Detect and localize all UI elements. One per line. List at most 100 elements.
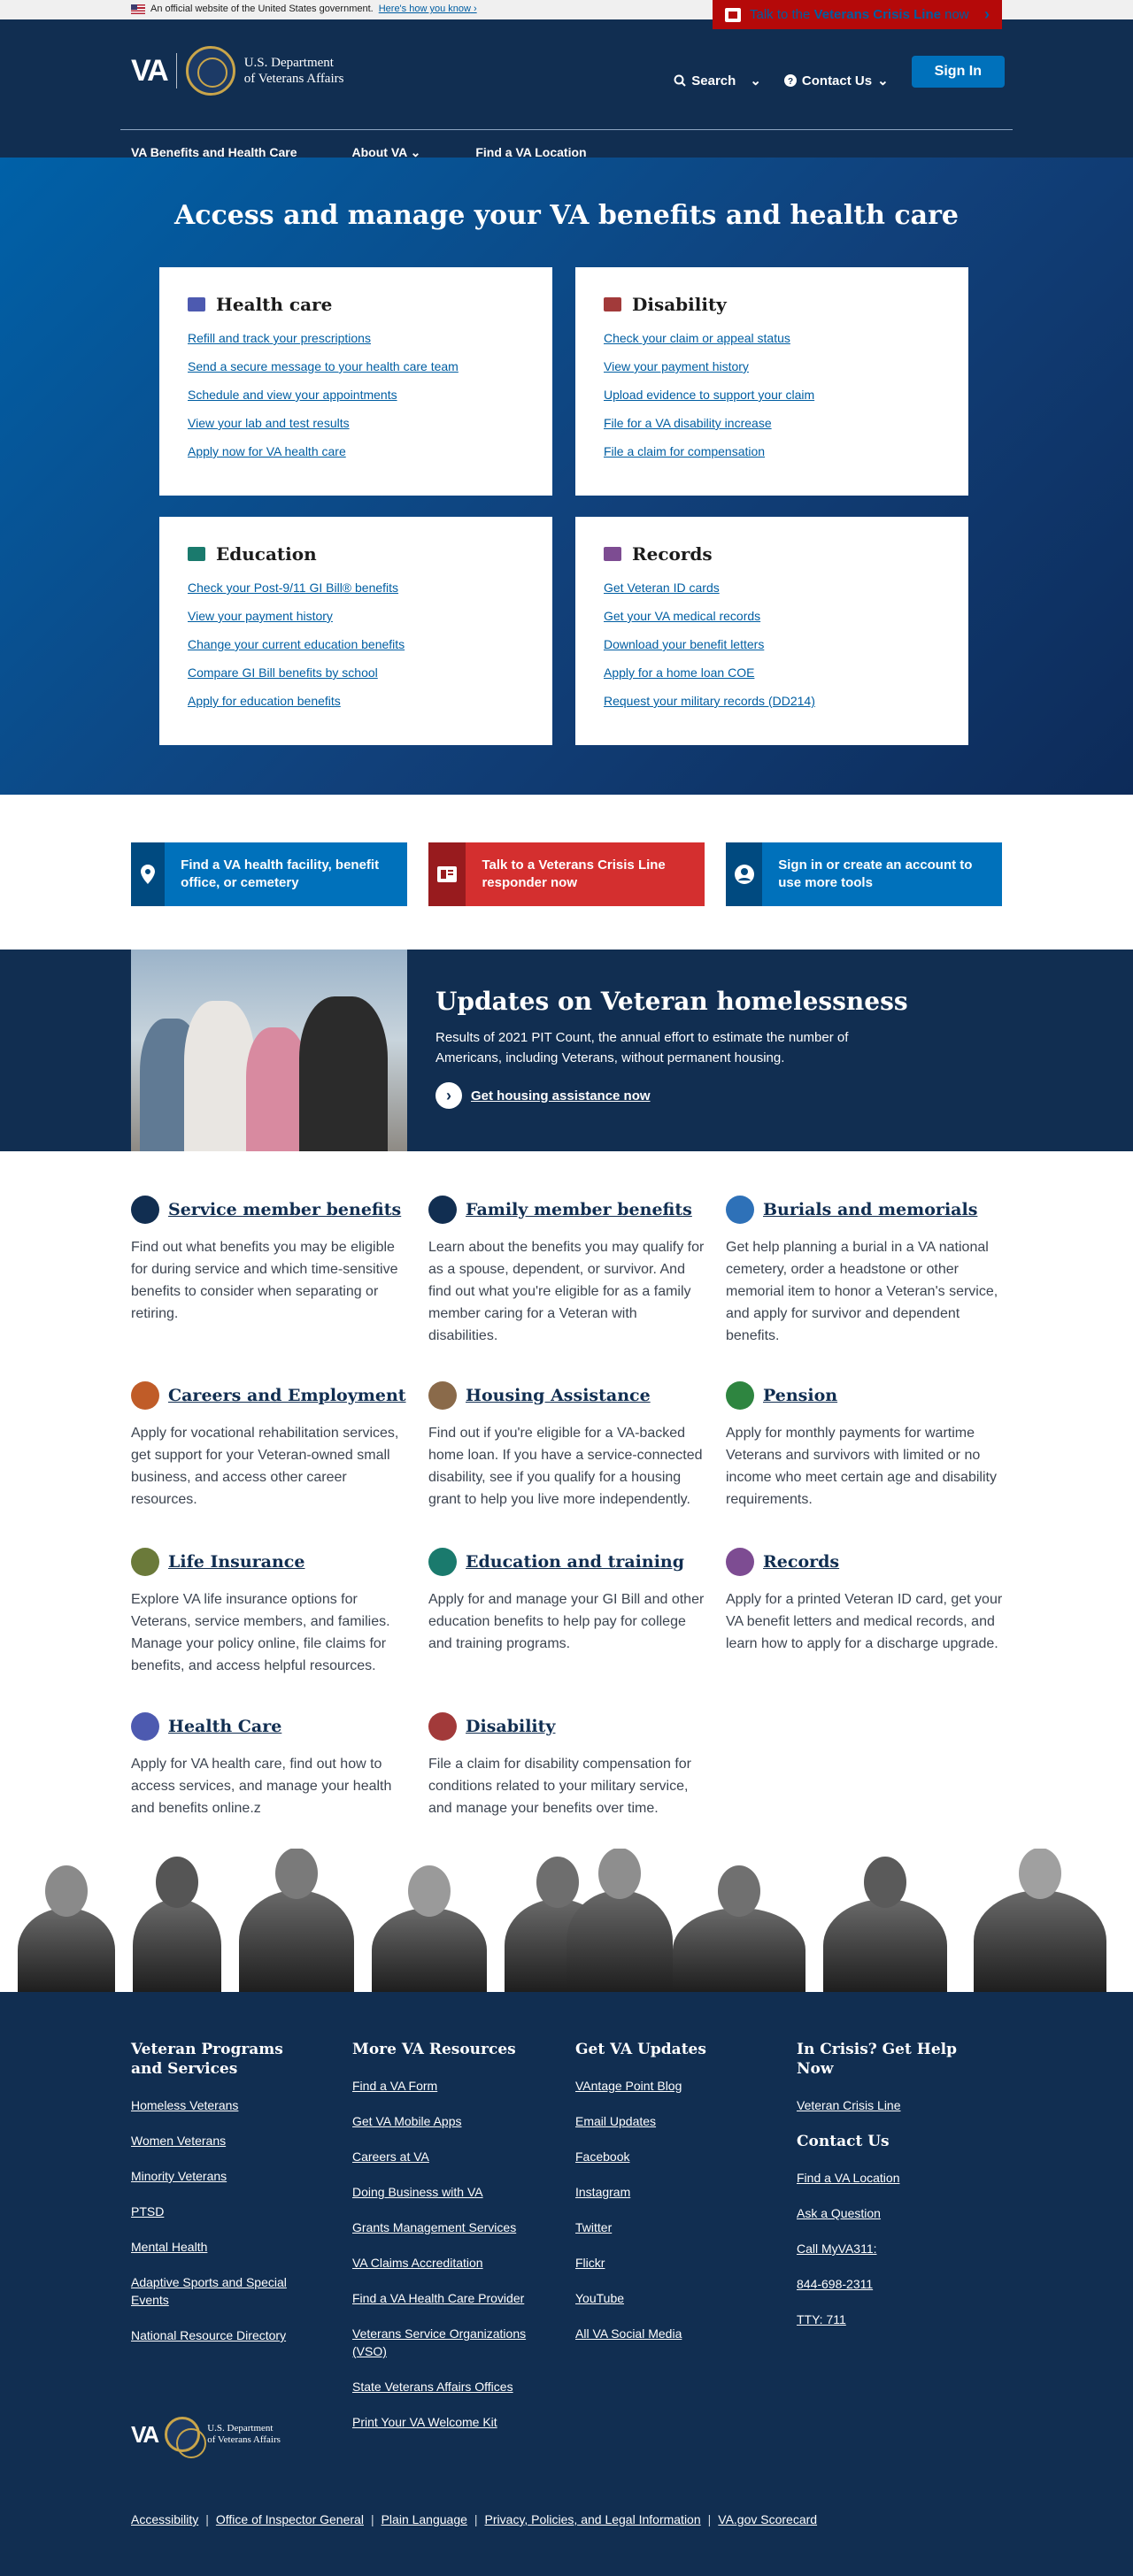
sign-in-button[interactable]: Sign In bbox=[911, 56, 1005, 88]
svg-text:?: ? bbox=[788, 77, 793, 87]
footer-col-in-crisis-get-help-now: In Crisis? Get Help Now Veteran Crisis Li… bbox=[797, 2040, 983, 2346]
hub-title-link[interactable]: Careers and Employment bbox=[168, 1386, 406, 1405]
hub-title-link[interactable]: Disability bbox=[466, 1717, 555, 1736]
card-link-list: Refill and track your prescriptions Send … bbox=[188, 331, 524, 458]
hub-title-link[interactable]: Housing Assistance bbox=[466, 1386, 651, 1405]
hub-title-link[interactable]: Education and training bbox=[466, 1552, 684, 1572]
footer-bottom-link[interactable]: Plain Language bbox=[382, 2512, 467, 2526]
hub-title-link[interactable]: Life Insurance bbox=[168, 1552, 304, 1572]
veteran-portrait bbox=[408, 1865, 451, 1917]
list-item: Get Veteran ID cards bbox=[604, 581, 940, 595]
footer-bottom-link[interactable]: Accessibility bbox=[131, 2512, 198, 2526]
card-link[interactable]: Check your Post-9/11 GI Bill® benefits bbox=[188, 581, 398, 595]
footer-link[interactable]: Veteran Crisis Line bbox=[797, 2096, 983, 2114]
footer-link[interactable]: National Resource Directory bbox=[131, 2326, 317, 2344]
card-link[interactable]: Request your military records (DD214) bbox=[604, 694, 815, 708]
card-link[interactable]: Apply now for VA health care bbox=[188, 444, 346, 458]
logo-divider bbox=[175, 53, 177, 88]
footer-link[interactable]: Mental Health bbox=[131, 2238, 317, 2256]
hero-section: Access and manage your VA benefits and h… bbox=[0, 158, 1133, 795]
footer-col-veteran-programs-and-services: Veteran Programs and Services Homeless Ve… bbox=[131, 2040, 317, 2362]
card-link[interactable]: Change your current education benefits bbox=[188, 637, 405, 651]
id-card-icon bbox=[726, 1548, 754, 1576]
hub-title-link[interactable]: Service member benefits bbox=[168, 1200, 401, 1219]
footer-link[interactable]: Minority Veterans bbox=[131, 2167, 317, 2185]
card-link[interactable]: Send a secure message to your health car… bbox=[188, 359, 459, 373]
footer-bottom-link[interactable]: Office of Inspector General bbox=[216, 2512, 364, 2526]
footer-link[interactable]: PTSD bbox=[131, 2203, 317, 2220]
hub-description: Explore VA life insurance options for Ve… bbox=[131, 1592, 390, 1673]
footer-link[interactable]: Facebook bbox=[575, 2148, 761, 2165]
footer-link[interactable]: VA Claims Accreditation bbox=[352, 2254, 538, 2272]
hub-title-link[interactable]: Family member benefits bbox=[466, 1200, 692, 1219]
card-link[interactable]: Apply for a home loan COE bbox=[604, 665, 754, 680]
footer-link[interactable]: Veterans Service Organizations (VSO) bbox=[352, 2325, 538, 2360]
card-link[interactable]: File for a VA disability increase bbox=[604, 416, 772, 430]
card-title: Education bbox=[188, 543, 524, 565]
card-link[interactable]: Schedule and view your appointments bbox=[188, 388, 397, 402]
va-logo[interactable]: VA U.S. Department of Veterans Affairs bbox=[131, 46, 343, 96]
card-link[interactable]: File a claim for compensation bbox=[604, 444, 765, 458]
footer-link[interactable]: Print Your VA Welcome Kit bbox=[352, 2413, 538, 2431]
card-link[interactable]: View your payment history bbox=[604, 359, 749, 373]
footer-link[interactable]: YouTube bbox=[575, 2289, 761, 2307]
search-button[interactable]: Search ⌄ bbox=[674, 73, 761, 88]
card-link[interactable]: Upload evidence to support your claim bbox=[604, 388, 814, 402]
footer-bottom-link[interactable]: Privacy, Policies, and Legal Information bbox=[485, 2512, 701, 2526]
card-link[interactable]: Get Veteran ID cards bbox=[604, 581, 720, 595]
chevron-right-icon: › bbox=[984, 5, 990, 23]
footer-link[interactable]: Grants Management Services bbox=[352, 2218, 538, 2236]
footer-link[interactable]: Homeless Veterans bbox=[131, 2096, 317, 2114]
footer-link[interactable]: State Veterans Affairs Offices bbox=[352, 2378, 538, 2395]
footer-link[interactable]: Flickr bbox=[575, 2254, 761, 2272]
card-link[interactable]: Get your VA medical records bbox=[604, 609, 760, 623]
card-link[interactable]: Download your benefit letters bbox=[604, 637, 764, 651]
how-you-know-link[interactable]: Here's how you know › bbox=[379, 4, 477, 14]
footer-link[interactable]: Careers at VA bbox=[352, 2148, 538, 2165]
crisis-line-top-button[interactable]: Talk to the Veterans Crisis Line now › bbox=[713, 0, 1002, 29]
footer-link[interactable]: VAntage Point Blog bbox=[575, 2077, 761, 2095]
action-talk-to-a-veterans-crisis-line[interactable]: Talk to a Veterans Crisis Line responder… bbox=[428, 842, 705, 906]
footer-link[interactable]: Twitter bbox=[575, 2218, 761, 2236]
card-link[interactable]: Check your claim or appeal status bbox=[604, 331, 790, 345]
action-sign-in-or-create-an-account-t[interactable]: Sign in or create an account to use more… bbox=[726, 842, 1002, 906]
hub-health-care: Health Care Apply for VA health care, fin… bbox=[131, 1712, 412, 1819]
hub-title-link[interactable]: Pension bbox=[763, 1386, 837, 1405]
footer-contact-link[interactable]: Find a VA Location bbox=[797, 2169, 983, 2187]
card-link[interactable]: View your lab and test results bbox=[188, 416, 350, 430]
footer-contact-link[interactable]: Ask a Question bbox=[797, 2204, 983, 2222]
hub-title-link[interactable]: Burials and memorials bbox=[763, 1200, 977, 1219]
action-find-a-va-health-facility-bene[interactable]: Find a VA health facility, benefit offic… bbox=[131, 842, 407, 906]
hub-description: Apply for a printed Veteran ID card, get… bbox=[726, 1592, 1003, 1651]
footer-link[interactable]: Women Veterans bbox=[131, 2132, 317, 2149]
footer-link[interactable]: Email Updates bbox=[575, 2112, 761, 2130]
separator: | bbox=[370, 2512, 374, 2526]
card-link[interactable]: Refill and track your prescriptions bbox=[188, 331, 371, 345]
footer-bottom-link[interactable]: VA.gov Scorecard bbox=[718, 2512, 817, 2526]
footer-link[interactable]: Find a VA Form bbox=[352, 2077, 538, 2095]
footer-contact-link[interactable]: 844-698-2311 bbox=[797, 2275, 983, 2293]
footer-link[interactable]: All VA Social Media bbox=[575, 2325, 761, 2342]
housing-assistance-link[interactable]: › Get housing assistance now bbox=[435, 1082, 651, 1109]
flag-icon bbox=[131, 1196, 159, 1224]
va-logo-text: VA bbox=[131, 53, 169, 88]
hub-title-link[interactable]: Records bbox=[763, 1552, 839, 1572]
footer-link[interactable]: Instagram bbox=[575, 2183, 761, 2201]
hero-title: Access and manage your VA benefits and h… bbox=[174, 200, 959, 231]
footer-link[interactable]: Get VA Mobile Apps bbox=[352, 2112, 538, 2130]
footer-col-title: More VA Resources bbox=[352, 2041, 516, 2058]
footer-link[interactable]: Adaptive Sports and Special Events bbox=[131, 2273, 317, 2309]
veteran-portrait bbox=[823, 1899, 947, 1992]
footer-contact-link[interactable]: Call MyVA311: bbox=[797, 2240, 983, 2257]
list-item: View your payment history bbox=[188, 609, 524, 623]
footer-contact-link[interactable]: TTY: 711 bbox=[797, 2311, 983, 2328]
footer-link[interactable]: Find a VA Health Care Provider bbox=[352, 2289, 538, 2307]
card-link[interactable]: Compare GI Bill benefits by school bbox=[188, 665, 378, 680]
footer-va-logo[interactable]: VA U.S. Department of Veterans Affairs bbox=[131, 2417, 281, 2458]
hub-records: Records Apply for a printed Veteran ID ca… bbox=[726, 1548, 1007, 1655]
footer-link[interactable]: Doing Business with VA bbox=[352, 2183, 538, 2201]
contact-us-button[interactable]: ? Contact Us ⌄ bbox=[783, 73, 889, 88]
card-link[interactable]: View your payment history bbox=[188, 609, 333, 623]
card-link[interactable]: Apply for education benefits bbox=[188, 694, 341, 708]
hub-title-link[interactable]: Health Care bbox=[168, 1717, 281, 1736]
